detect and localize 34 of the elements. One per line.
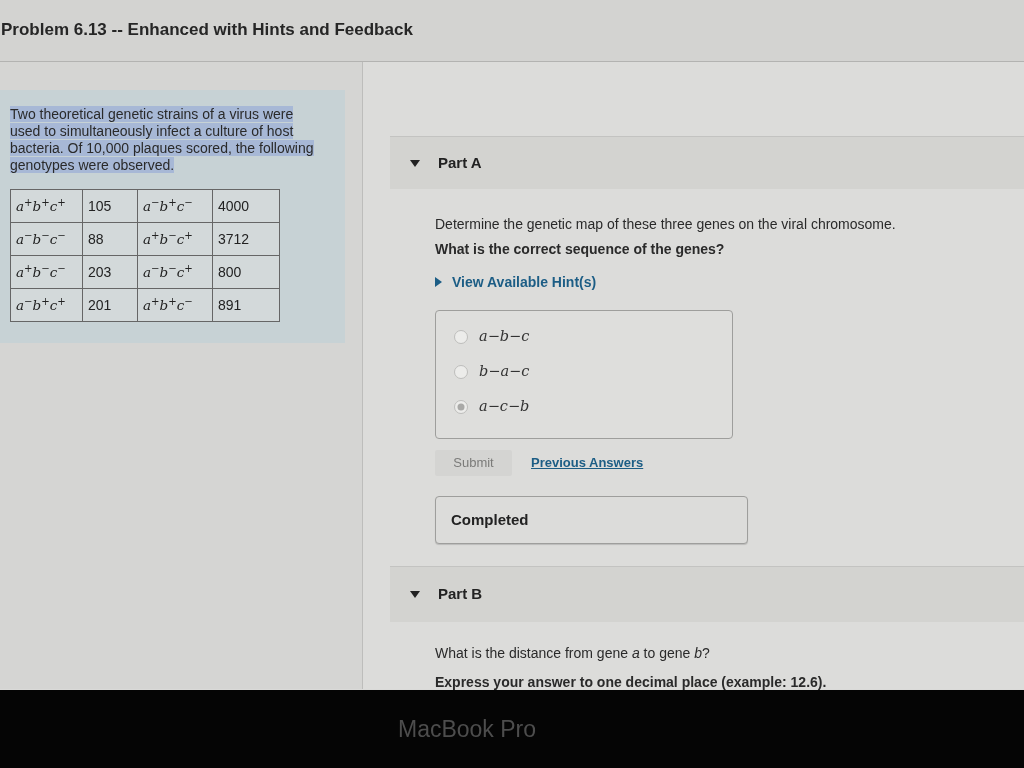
count-cell: 891 — [212, 288, 280, 322]
genotype-cell: a$^{+}$b$^{+}$c$^{−}$ — [137, 288, 213, 322]
prompt-text: Express your answer to one decimal place (example: 12.6). — [435, 673, 828, 690]
count-cell: 800 — [212, 255, 280, 289]
option-label: b−a−c — [479, 362, 530, 382]
caret-right-icon — [435, 277, 442, 287]
hints-link[interactable]: View Available Hint(s) — [435, 273, 597, 291]
previous-answers-link[interactable]: Previous Answers — [531, 453, 644, 473]
caret-down-icon — [410, 159, 420, 167]
genotype-cell: a$^{+}$b$^{−}$c$^{−}$ — [10, 255, 83, 289]
option-label: a−b−c — [479, 327, 530, 347]
prompt-text: What is the correct sequence of the genes? — [435, 240, 726, 258]
question-text: What is the distance from gene a to gene b? — [435, 644, 711, 662]
genotype-cell: a$^{+}$b$^{+}$c$^{+}$ — [10, 189, 83, 223]
option-label: a−c−b — [479, 397, 530, 417]
genotype-cell: a$^{−}$b$^{+}$c$^{−}$ — [137, 189, 213, 223]
genotype-cell: a$^{−}$b$^{−}$c$^{+}$ — [137, 255, 213, 289]
genotype-cell: a$^{−}$b$^{+}$c$^{+}$ — [10, 288, 83, 322]
status-panel: Completed — [435, 496, 748, 544]
count-cell: 105 — [82, 189, 138, 223]
count-cell: 88 — [82, 222, 138, 256]
count-cell: 4000 — [212, 189, 280, 223]
genotype-cell: a$^{+}$b$^{−}$c$^{+}$ — [137, 222, 213, 256]
count-cell: 203 — [82, 255, 138, 289]
page-title: Problem 6.13 -- Enhanced with Hints and Feedback — [1, 20, 413, 41]
section-toggle[interactable]: Part A — [390, 136, 1024, 189]
bezel-label: MacBook Pro — [398, 714, 537, 744]
question-text: Determine the genetic map of these three genes on the viral chromosome. — [435, 215, 897, 233]
count-cell: 201 — [82, 288, 138, 322]
caret-down-icon — [410, 591, 420, 598]
section-toggle[interactable]: Part B — [390, 566, 1024, 622]
intro-text: Two theoretical genetic strains of a virus were used to simultaneously infect a culture of host bacteria. Of 10,000 plaques scored, the following genotypes were observed. — [10, 106, 315, 174]
genotype-cell: a$^{−}$b$^{−}$c$^{−}$ — [10, 222, 83, 256]
count-cell: 3712 — [212, 222, 280, 256]
